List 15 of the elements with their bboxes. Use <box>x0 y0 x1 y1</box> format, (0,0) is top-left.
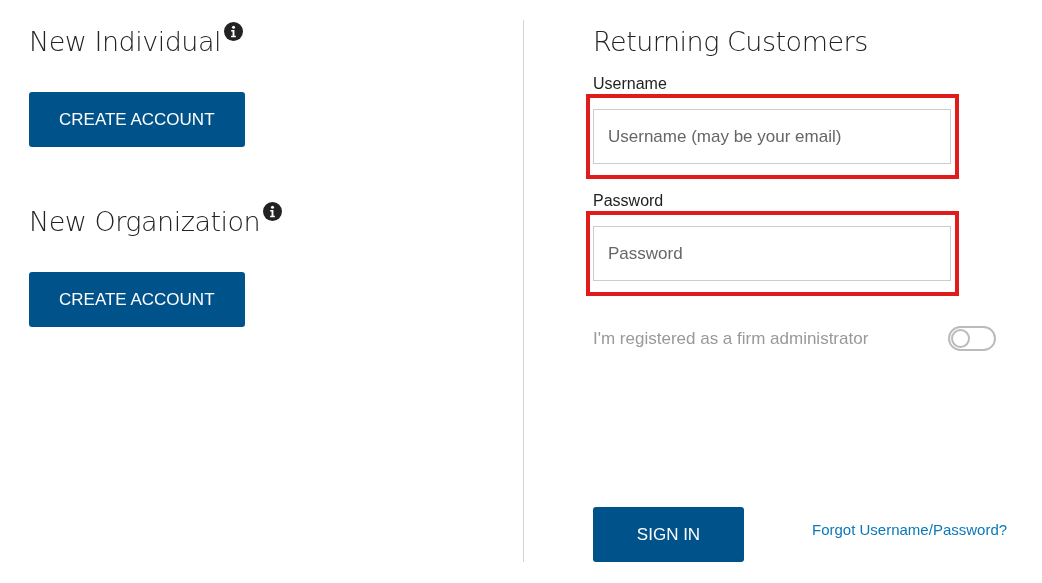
field-label: Password <box>593 191 665 211</box>
sign-in-button[interactable]: SIGN IN <box>593 507 744 562</box>
info-icon[interactable] <box>223 22 243 41</box>
field-label: Username <box>593 74 668 94</box>
info-icon[interactable] <box>263 202 283 221</box>
section-heading: New Individual <box>29 25 221 59</box>
input-field[interactable]: Username (may be your email) <box>593 109 951 164</box>
create-account-button[interactable]: CREATE ACCOUNT <box>29 272 245 327</box>
toggle-switch[interactable] <box>948 326 996 352</box>
create-account-button[interactable]: CREATE ACCOUNT <box>29 92 245 147</box>
toggle-label: I'm registered as a firm administrator <box>593 328 869 350</box>
section-heading: New Organization <box>29 205 261 239</box>
forgot-link[interactable]: Forgot Username/Password? <box>812 519 1008 542</box>
section-heading: Returning Customers <box>593 25 869 59</box>
input-field[interactable]: Password <box>593 226 951 281</box>
